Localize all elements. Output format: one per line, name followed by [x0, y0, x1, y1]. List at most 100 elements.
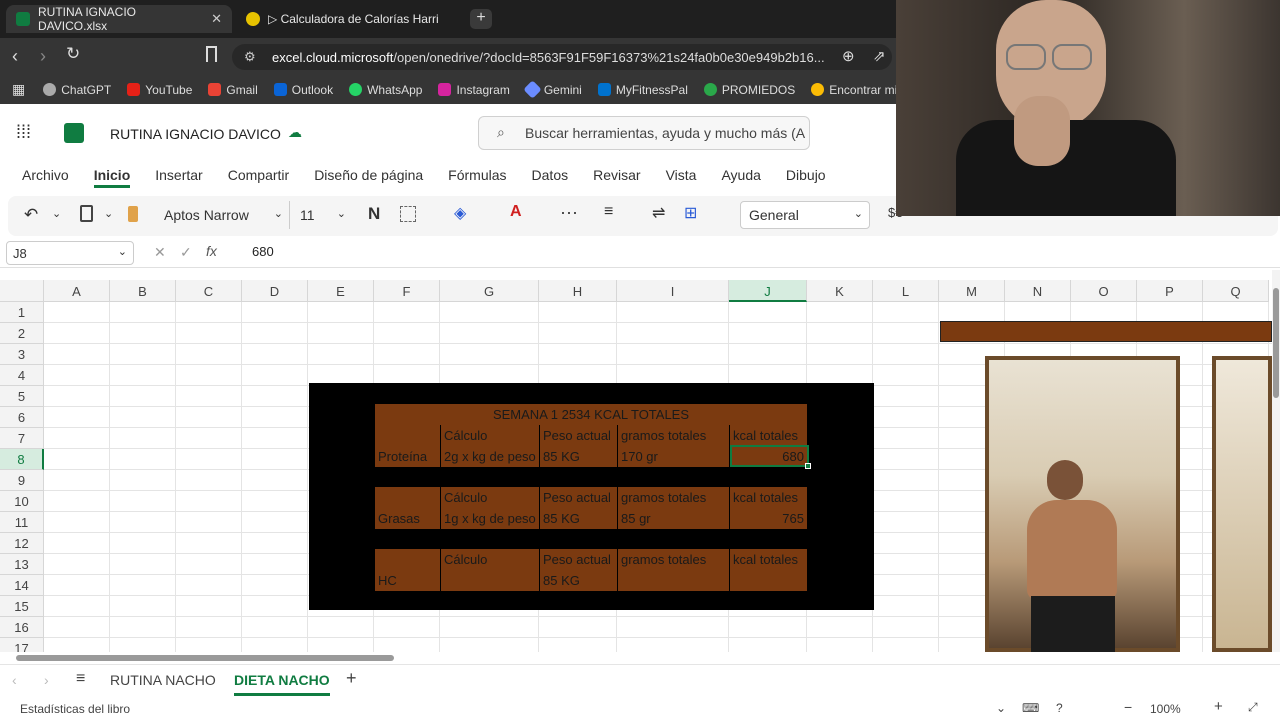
chevron-down-icon[interactable]: ⌄	[996, 701, 1006, 715]
header-calculo[interactable]: Cálculo	[441, 549, 540, 570]
number-format-select[interactable]: General ⌄	[740, 201, 870, 229]
row-header-1[interactable]: 1	[0, 302, 44, 323]
column-header-l[interactable]: L	[873, 280, 939, 302]
column-header-f[interactable]: F	[374, 280, 440, 302]
formula-input[interactable]: 680	[252, 244, 274, 259]
tab-diseno-pagina[interactable]: Diseño de página	[314, 162, 423, 192]
cell-gramos[interactable]: 85 gr	[618, 508, 730, 529]
cell-peso[interactable]: 85 KG	[540, 446, 618, 467]
url-field[interactable]: ⚙ excel.cloud.microsoft/open/onedrive/?d…	[232, 44, 892, 70]
font-color-icon[interactable]: A	[510, 203, 522, 221]
next-sheet-icon[interactable]: ›	[44, 672, 49, 688]
cancel-icon[interactable]: ✕	[154, 244, 166, 261]
tab-archivo[interactable]: Archivo	[22, 162, 69, 192]
row-label-hc[interactable]: HC	[375, 570, 441, 591]
font-name-select[interactable]: Aptos Narrow ⌄	[158, 201, 290, 229]
column-header-e[interactable]: E	[308, 280, 374, 302]
back-icon[interactable]: ‹	[12, 46, 18, 67]
bookmark-icon[interactable]	[206, 46, 217, 62]
app-launcher-icon[interactable]: ⁞⁞⁞	[16, 122, 31, 143]
keyboard-icon[interactable]: ⌨	[1022, 701, 1039, 715]
header-calculo[interactable]: Cálculo	[441, 487, 540, 508]
row-header-2[interactable]: 2	[0, 323, 44, 344]
cell-calculo[interactable]: 2g x kg de peso	[441, 446, 540, 467]
header-gramos[interactable]: gramos totales	[618, 425, 730, 446]
scrollbar-thumb[interactable]	[1273, 288, 1279, 398]
fill-handle[interactable]	[805, 463, 811, 469]
column-header-a[interactable]: A	[44, 280, 110, 302]
insert-function-icon[interactable]: fx	[206, 243, 217, 259]
select-all-corner[interactable]	[0, 280, 44, 302]
header-kcal[interactable]: kcal totales	[730, 425, 808, 446]
row-header-16[interactable]: 16	[0, 617, 44, 638]
row-header-3[interactable]: 3	[0, 344, 44, 365]
row-header-17[interactable]: 17	[0, 638, 44, 652]
cell-kcal[interactable]	[730, 570, 808, 591]
header-gramos[interactable]: gramos totales	[618, 487, 730, 508]
confirm-icon[interactable]: ✓	[180, 244, 192, 261]
column-header-b[interactable]: B	[110, 280, 176, 302]
bookmark-outlook[interactable]: Outlook	[273, 83, 333, 97]
close-tab-icon[interactable]: ✕	[211, 11, 222, 27]
tab-insertar[interactable]: Insertar	[155, 162, 202, 192]
tab-ayuda[interactable]: Ayuda	[721, 162, 760, 192]
column-header-c[interactable]: C	[176, 280, 242, 302]
cell-peso[interactable]: 85 KG	[540, 508, 618, 529]
share-icon[interactable]: ⇗	[873, 47, 886, 65]
browser-tab-calculator[interactable]: ▷ Calculadora de Calorías Harris-Bene	[236, 5, 464, 33]
header-gramos[interactable]: gramos totales	[618, 549, 730, 570]
tab-inicio[interactable]: Inicio	[93, 162, 131, 188]
sheet-tab-dieta[interactable]: DIETA NACHO	[234, 672, 330, 696]
tab-vista[interactable]: Vista	[666, 162, 697, 192]
tab-dibujo[interactable]: Dibujo	[786, 162, 826, 192]
row-header-12[interactable]: 12	[0, 533, 44, 554]
workbook-stats[interactable]: Estadísticas del libro	[20, 702, 130, 716]
bookmark-instagram[interactable]: Instagram	[438, 83, 510, 97]
sheet-tab-rutina[interactable]: RUTINA NACHO	[110, 672, 216, 688]
row-header-13[interactable]: 13	[0, 554, 44, 575]
active-cell-selection[interactable]	[730, 445, 809, 467]
column-header-g[interactable]: G	[440, 280, 539, 302]
row-header-8[interactable]: 8	[0, 449, 44, 470]
fill-color-icon[interactable]: ◈	[454, 203, 466, 223]
workbook-title[interactable]: RUTINA IGNACIO DAVICO	[110, 126, 281, 142]
bold-icon[interactable]: N	[368, 204, 380, 224]
row-header-9[interactable]: 9	[0, 470, 44, 491]
forward-icon[interactable]: ›	[40, 46, 46, 67]
search-input[interactable]: ⌕ Buscar herramientas, ayuda y mucho más…	[478, 116, 810, 150]
row-header-11[interactable]: 11	[0, 512, 44, 533]
cell-peso[interactable]: 85 KG	[540, 570, 618, 591]
wrap-text-icon[interactable]: ⇌	[652, 203, 665, 223]
chevron-down-icon[interactable]: ⌄	[104, 207, 113, 220]
row-header-4[interactable]: 4	[0, 365, 44, 386]
horizontal-scrollbar[interactable]	[0, 652, 1280, 664]
all-sheets-icon[interactable]: ≡	[76, 670, 85, 688]
header-peso[interactable]: Peso actual	[540, 549, 618, 570]
table-title[interactable]: SEMANA 1 2534 KCAL TOTALES	[375, 404, 808, 425]
bookmark-gmail[interactable]: Gmail	[208, 83, 258, 97]
scrollbar-thumb[interactable]	[16, 655, 394, 661]
bookmark-myfitnesspal[interactable]: MyFitnessPal	[597, 83, 688, 97]
row-header-7[interactable]: 7	[0, 428, 44, 449]
second-photo[interactable]	[1212, 356, 1272, 652]
add-sheet-icon[interactable]: +	[346, 668, 357, 689]
help-icon[interactable]: ?	[1056, 701, 1063, 715]
name-box[interactable]: J8 ⌄	[6, 241, 134, 265]
table-cell[interactable]	[375, 549, 441, 570]
row-label-proteina[interactable]: Proteína	[375, 446, 441, 467]
cell-gramos[interactable]: 170 gr	[618, 446, 730, 467]
row-header-6[interactable]: 6	[0, 407, 44, 428]
browser-tab-excel[interactable]: RUTINA IGNACIO DAVICO.xlsx ✕	[6, 5, 232, 33]
new-tab-icon[interactable]: +	[470, 9, 492, 29]
chevron-down-icon[interactable]: ⌄	[52, 207, 61, 220]
cell-kcal[interactable]: 765	[730, 508, 808, 529]
column-header-k[interactable]: K	[807, 280, 873, 302]
table-cell[interactable]	[375, 487, 441, 508]
column-header-h[interactable]: H	[539, 280, 617, 302]
undo-icon[interactable]: ↶	[24, 205, 38, 225]
header-calculo[interactable]: Cálculo	[441, 425, 540, 446]
column-header-q[interactable]: Q	[1203, 280, 1269, 302]
cell-gramos[interactable]	[618, 570, 730, 591]
vertical-scrollbar[interactable]	[1272, 270, 1280, 652]
cell-calculo[interactable]	[441, 570, 540, 591]
